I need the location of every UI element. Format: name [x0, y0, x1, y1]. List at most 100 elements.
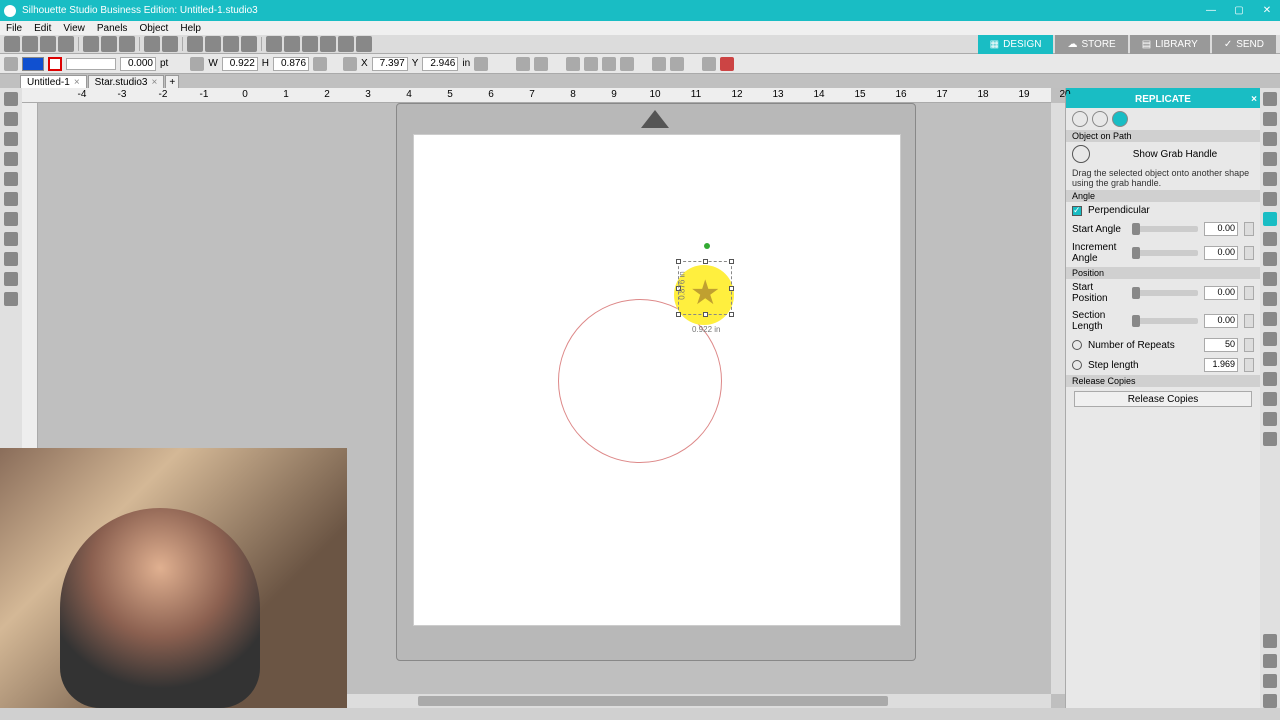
weld-icon[interactable]	[652, 57, 666, 71]
menu-edit[interactable]: Edit	[34, 23, 51, 34]
scroll-thumb[interactable]	[418, 696, 888, 706]
redo-icon[interactable]	[162, 36, 178, 52]
spin[interactable]	[1244, 286, 1254, 300]
text-panel-icon[interactable]	[1263, 172, 1277, 186]
pixscan-icon[interactable]	[1263, 292, 1277, 306]
grid-icon[interactable]	[474, 57, 488, 71]
deselect-icon[interactable]	[223, 36, 239, 52]
w-input[interactable]: 0.922	[222, 57, 258, 71]
eraser-tool-icon[interactable]	[4, 272, 18, 286]
settings-icon[interactable]	[1263, 674, 1277, 688]
inc-angle-slider[interactable]	[1132, 250, 1198, 256]
delete-icon[interactable]	[720, 57, 734, 71]
tab-star[interactable]: Star.studio3×	[88, 75, 165, 88]
print-icon[interactable]	[58, 36, 74, 52]
fitpage-icon[interactable]	[338, 36, 354, 52]
menu-view[interactable]: View	[63, 23, 85, 34]
tab-design[interactable]: ▦ DESIGN	[978, 35, 1054, 54]
spin[interactable]	[1244, 246, 1254, 260]
tab-untitled[interactable]: Untitled-1×	[20, 75, 87, 88]
zoomout-icon[interactable]	[284, 36, 300, 52]
brush-tool-icon[interactable]	[4, 252, 18, 266]
align1-icon[interactable]	[516, 57, 530, 71]
h-input[interactable]: 0.876	[273, 57, 309, 71]
y-input[interactable]: 2.946	[422, 57, 458, 71]
maximize-button[interactable]: ▢	[1230, 5, 1248, 17]
select-tool-icon[interactable]	[4, 92, 18, 106]
perpendicular-checkbox[interactable]	[1072, 206, 1082, 216]
tab-add[interactable]: +	[165, 75, 179, 88]
close-button[interactable]: ✕	[1258, 5, 1276, 17]
fitdrawing-icon[interactable]	[356, 36, 372, 52]
spin[interactable]	[1244, 222, 1254, 236]
save-icon[interactable]	[40, 36, 56, 52]
text-tool-icon[interactable]	[4, 232, 18, 246]
rotate-handle[interactable]	[704, 243, 710, 249]
modify-icon[interactable]	[1263, 232, 1277, 246]
line-panel-icon[interactable]	[1263, 132, 1277, 146]
pan-icon[interactable]	[320, 36, 336, 52]
line-swatch[interactable]	[48, 57, 62, 71]
open-icon[interactable]	[22, 36, 38, 52]
offset-icon[interactable]	[1263, 252, 1277, 266]
selectall-icon[interactable]	[205, 36, 221, 52]
paste-icon[interactable]	[119, 36, 135, 52]
spin[interactable]	[1244, 338, 1254, 352]
x-input[interactable]: 7.397	[372, 57, 408, 71]
num-repeats-input[interactable]: 50	[1204, 338, 1238, 352]
spin[interactable]	[1244, 314, 1254, 328]
ellipse-tool-icon[interactable]	[4, 172, 18, 186]
cloud-icon[interactable]	[1263, 654, 1277, 668]
layers-icon[interactable]	[1263, 312, 1277, 326]
cube-icon[interactable]	[702, 57, 716, 71]
tab-library[interactable]: ▤ LIBRARY	[1130, 35, 1210, 54]
sec-len-input[interactable]: 0.00	[1204, 314, 1238, 328]
release-copies-button[interactable]: Release Copies	[1074, 391, 1252, 407]
align2-icon[interactable]	[534, 57, 548, 71]
arrange1-icon[interactable]	[566, 57, 580, 71]
undo-icon[interactable]	[144, 36, 160, 52]
mode-rotate-icon[interactable]	[1092, 111, 1108, 127]
arrange3-icon[interactable]	[602, 57, 616, 71]
freehand-tool-icon[interactable]	[4, 212, 18, 226]
spin[interactable]	[1244, 358, 1254, 372]
line-tool-icon[interactable]	[4, 132, 18, 146]
transform-icon[interactable]	[1263, 192, 1277, 206]
tab-close-icon[interactable]: ×	[74, 77, 80, 88]
star-icon[interactable]	[670, 57, 684, 71]
polygon-tool-icon[interactable]	[4, 192, 18, 206]
fill-panel-icon[interactable]	[1263, 112, 1277, 126]
edit-points-icon[interactable]	[4, 112, 18, 126]
theme-icon[interactable]	[1263, 694, 1277, 708]
nest-icon[interactable]	[1263, 272, 1277, 286]
copy-icon[interactable]	[101, 36, 117, 52]
arrange2-icon[interactable]	[584, 57, 598, 71]
arrange4-icon[interactable]	[620, 57, 634, 71]
move-icon[interactable]	[343, 57, 357, 71]
tab-store[interactable]: ☁ STORE	[1055, 35, 1127, 54]
mode-path-icon[interactable]	[1112, 111, 1128, 127]
cut-icon[interactable]	[83, 36, 99, 52]
fill-dropdown-icon[interactable]	[4, 57, 18, 71]
rhinestone-icon[interactable]	[1263, 392, 1277, 406]
menu-panels[interactable]: Panels	[97, 23, 128, 34]
start-pos-input[interactable]: 0.00	[1204, 286, 1238, 300]
start-angle-input[interactable]: 0.00	[1204, 222, 1238, 236]
trace-icon[interactable]	[1263, 152, 1277, 166]
step-len-input[interactable]: 1.969	[1204, 358, 1238, 372]
start-angle-slider[interactable]	[1132, 226, 1198, 232]
zoomarea-icon[interactable]	[302, 36, 318, 52]
tab-close-icon[interactable]: ×	[151, 77, 157, 88]
show-grab-label[interactable]: Show Grab Handle	[1096, 149, 1254, 160]
inc-angle-input[interactable]: 0.00	[1204, 246, 1238, 260]
mode-mirror-icon[interactable]	[1072, 111, 1088, 127]
select-icon[interactable]	[187, 36, 203, 52]
replicate-icon[interactable]	[1263, 212, 1277, 226]
sketch-icon[interactable]	[1263, 352, 1277, 366]
start-pos-slider[interactable]	[1132, 290, 1198, 296]
barcode-icon[interactable]	[1263, 432, 1277, 446]
line-tool-icon[interactable]	[190, 57, 204, 71]
menu-help[interactable]: Help	[180, 23, 201, 34]
fill-swatch[interactable]	[22, 57, 44, 71]
line-style[interactable]	[66, 58, 116, 70]
